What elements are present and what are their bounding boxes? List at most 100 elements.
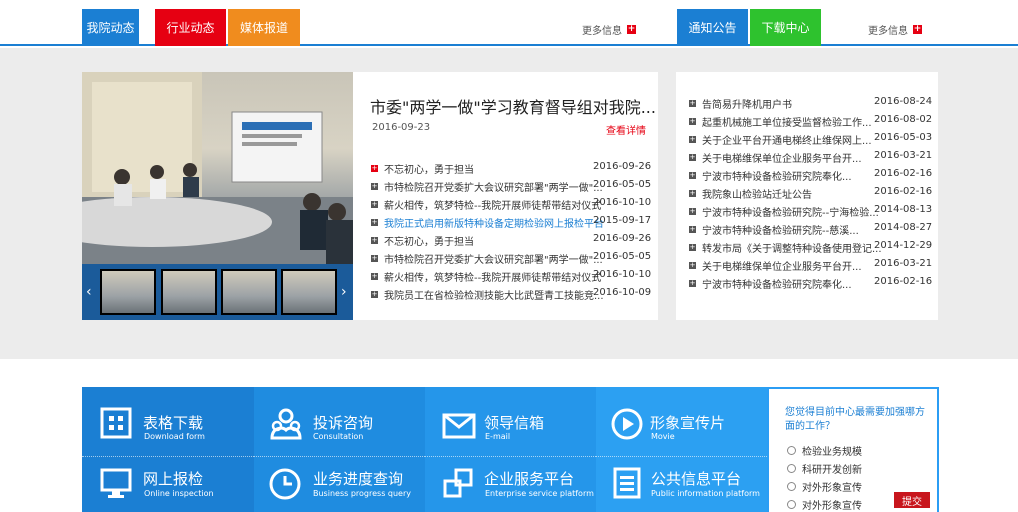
news-item-title: 不忘初心，勇于担当: [384, 237, 474, 248]
tab-notices[interactable]: 通知公告: [677, 9, 748, 46]
more-info-link-left[interactable]: 更多信息 +: [582, 22, 636, 37]
news-item-date: 2016-10-10: [593, 197, 652, 208]
news-item[interactable]: + 我院正式启用新版特种设备定期检验网上报检平台: [371, 215, 604, 230]
news-item-title: 薪火相传，筑梦特检--我院开展师徒帮带结对仪式: [384, 273, 602, 284]
plus-icon: +: [689, 189, 696, 197]
service-subtitle: Enterprise service platform: [485, 489, 594, 498]
plus-icon: +: [371, 236, 378, 244]
plus-icon: +: [371, 164, 378, 172]
news-item[interactable]: + 不忘初心，勇于担当: [371, 161, 474, 176]
tab-hospital-news[interactable]: 我院动态: [82, 9, 139, 46]
plus-icon: +: [689, 207, 696, 215]
notice-item[interactable]: + 宁波市特种设备检验研究院奉化...: [689, 276, 852, 291]
news-item-title: 不忘初心，勇于担当: [384, 165, 474, 176]
submit-button[interactable]: 提交: [894, 492, 930, 508]
service-title: 业务进度查询: [313, 470, 404, 488]
notice-item-date: 2014-08-27: [874, 222, 933, 233]
news-item[interactable]: + 薪火相传，筑梦特检--我院开展师徒帮带结对仪式: [371, 269, 601, 284]
thumbnail[interactable]: [161, 269, 217, 315]
notice-item-title: 宁波市特种设备检验研究院奉化...: [702, 280, 852, 291]
service-subtitle: Consultation: [313, 432, 364, 441]
plus-icon: +: [689, 117, 696, 125]
radio-button[interactable]: [787, 446, 796, 455]
news-item-title: 市特检院召开党委扩大会议研究部署"两学一做"...: [384, 255, 603, 266]
more-info-label: 更多信息: [868, 26, 908, 37]
news-item-date: 2015-09-17: [593, 215, 652, 226]
news-item[interactable]: + 市特检院召开党委扩大会议研究部署"两学一做"...: [371, 251, 603, 266]
tab-industry-news[interactable]: 行业动态: [155, 9, 226, 46]
survey-option[interactable]: 对外形象宣传: [787, 497, 862, 512]
survey-option[interactable]: 检验业务规模: [787, 443, 862, 458]
notice-item-title: 关于电梯维保单位企业服务平台开...: [702, 154, 862, 165]
notice-item-title: 宁波市特种设备检验研究院--宁海检验...: [702, 208, 879, 219]
divider: [596, 456, 767, 457]
news-item[interactable]: + 不忘初心，勇于担当: [371, 233, 474, 248]
notice-item-title: 关于企业平台开通电梯终止维保网上...: [702, 136, 872, 147]
notice-item[interactable]: + 宁波市特种设备检验研究院奉化...: [689, 168, 852, 183]
service-download-form[interactable]: 表格下载 Download form 网上报检 Online inspectio…: [82, 387, 254, 512]
tab-download-center[interactable]: 下载中心: [750, 9, 821, 46]
thumbnail[interactable]: [100, 269, 156, 315]
service-subtitle: E-mail: [485, 432, 511, 441]
featured-photo[interactable]: [82, 72, 353, 264]
play-icon: [611, 408, 643, 440]
service-title: 企业服务平台: [484, 470, 575, 488]
tab-media-reports[interactable]: 媒体报道: [228, 9, 300, 46]
service-subtitle: Public information platform: [651, 489, 760, 498]
survey-question: 您觉得目前中心最需要加强哪方面的工作？: [785, 407, 925, 432]
chevron-right-icon[interactable]: ›: [341, 284, 347, 300]
radio-button[interactable]: [787, 500, 796, 509]
notice-item[interactable]: + 宁波市特种设备检验研究院--宁海检验...: [689, 204, 879, 219]
link-icon: [443, 468, 473, 498]
radio-button[interactable]: [787, 482, 796, 491]
notice-item-date: 2016-02-16: [874, 168, 933, 179]
divider: [254, 456, 425, 457]
news-item-title: 薪火相传，筑梦特检--我院开展师徒帮带结对仪式: [384, 201, 602, 212]
service-subtitle: Movie: [651, 432, 675, 441]
plus-icon: +: [689, 153, 696, 161]
service-title: 投诉咨询: [313, 414, 374, 432]
survey-option[interactable]: 科研开发创新: [787, 461, 862, 476]
service-title: 领导信箱: [484, 414, 545, 432]
service-consultation[interactable]: 投诉咨询 Consultation 业务进度查询 Business progre…: [254, 387, 425, 512]
notice-item[interactable]: + 关于企业平台开通电梯终止维保网上...: [689, 132, 872, 147]
plus-icon: +: [371, 200, 378, 208]
notice-item[interactable]: + 告简易升降机用户书: [689, 96, 792, 111]
featured-news-title[interactable]: 市委"两学一做"学习教育督导组对我院...: [370, 94, 656, 118]
view-details-link[interactable]: 查看详情: [606, 122, 646, 137]
survey-option-label: 科研开发创新: [802, 465, 862, 476]
thumbnail-strip: [82, 264, 353, 320]
notice-item-date: 2016-02-16: [874, 276, 933, 287]
news-item[interactable]: + 我院员工在省检验检测技能大比武暨青工技能竞...: [371, 287, 604, 302]
notice-item-date: 2016-08-02: [874, 114, 933, 125]
divider: [425, 456, 596, 457]
service-movie[interactable]: 形象宣传片 Movie 公共信息平台 Public information pl…: [596, 387, 767, 512]
notice-item[interactable]: + 起重机械施工单位接受监督检验工作...: [689, 114, 872, 129]
notice-item[interactable]: + 宁波市特种设备检验研究院--慈溪...: [689, 222, 859, 237]
notice-item[interactable]: + 我院象山检验站迁址公告: [689, 186, 812, 201]
chevron-left-icon[interactable]: ‹: [86, 284, 92, 300]
service-title: 公共信息平台: [651, 470, 742, 488]
notice-item[interactable]: + 转发市局《关于调整特种设备使用登记...: [689, 240, 882, 255]
plus-icon: +: [371, 272, 378, 280]
service-title: 形象宣传片: [650, 414, 726, 432]
notice-item[interactable]: + 关于电梯维保单位企业服务平台开...: [689, 258, 862, 273]
news-item[interactable]: + 薪火相传，筑梦特检--我院开展师徒帮带结对仪式: [371, 197, 601, 212]
service-title: 表格下载: [143, 414, 204, 432]
survey-option[interactable]: 对外形象宣传: [787, 479, 862, 494]
service-subtitle: Online inspection: [144, 489, 214, 498]
notice-item-date: 2014-08-13: [874, 204, 933, 215]
plus-icon: +: [689, 279, 696, 287]
more-info-label: 更多信息: [582, 26, 622, 37]
more-info-link-right[interactable]: 更多信息 +: [868, 22, 922, 37]
plus-icon: +: [689, 99, 696, 107]
news-item[interactable]: + 市特检院召开党委扩大会议研究部署"两学一做"...: [371, 179, 603, 194]
thumbnail[interactable]: [281, 269, 337, 315]
thumbnail[interactable]: [221, 269, 277, 315]
service-email[interactable]: 领导信箱 E-mail 企业服务平台 Enterprise service pl…: [425, 387, 596, 512]
survey-panel: 您觉得目前中心最需要加强哪方面的工作？ 检验业务规模 科研开发创新 对外形象宣传…: [767, 387, 939, 512]
radio-button[interactable]: [787, 464, 796, 473]
notice-item-title: 宁波市特种设备检验研究院--慈溪...: [702, 226, 859, 237]
notice-item-date: 2016-08-24: [874, 96, 933, 107]
notice-item[interactable]: + 关于电梯维保单位企业服务平台开...: [689, 150, 862, 165]
